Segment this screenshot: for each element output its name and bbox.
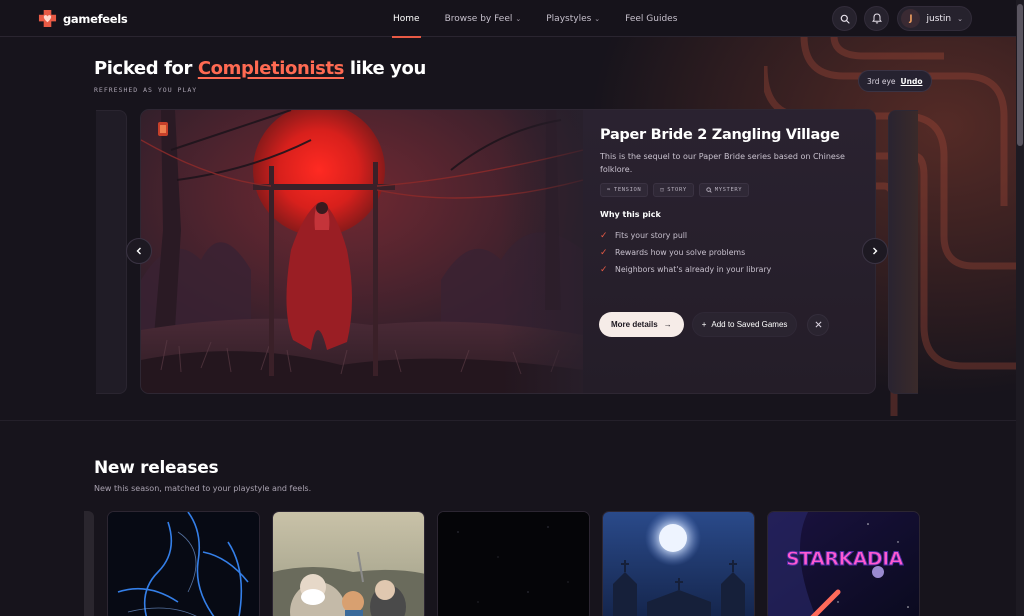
more-details-button[interactable]: More details → xyxy=(599,312,684,337)
reason-item: ✓ Rewards how you solve problems xyxy=(600,244,771,261)
release-card-dark-starfield[interactable] xyxy=(437,511,590,616)
book-icon: ◫ xyxy=(660,187,665,193)
carousel-prev-button[interactable] xyxy=(126,238,152,264)
picked-heading-accent[interactable]: Completionists xyxy=(198,58,345,79)
gamepad-heart-icon xyxy=(38,9,57,28)
new-releases-subtitle: New this season, matched to your playsty… xyxy=(94,484,312,493)
release-card-blue-neon[interactable] xyxy=(107,511,260,616)
undo-toast-label: 3rd eye xyxy=(867,76,896,86)
featured-game-info: Paper Bride 2 Zangling Village This is t… xyxy=(583,110,875,393)
starkadia-logo-text: STARKADIA xyxy=(786,548,904,571)
user-name: justin xyxy=(926,13,952,24)
nav-actions: J justin ⌄ xyxy=(832,6,972,31)
release-cover-art xyxy=(108,512,259,616)
art-fade-overlay xyxy=(501,110,591,393)
release-cover-art xyxy=(438,512,589,616)
release-card-starkadia[interactable]: STARKADIA xyxy=(767,511,920,616)
main-menu: Home Browse by Feel ⌄ Playstyles ⌄ Feel … xyxy=(386,0,684,38)
why-this-pick-heading: Why this pick xyxy=(600,210,661,219)
brand-name: gamefeels xyxy=(63,11,128,26)
top-navbar: gamefeels Home Browse by Feel ⌄ Playstyl… xyxy=(0,0,1016,38)
carousel-next-button[interactable] xyxy=(862,238,888,264)
tag-story[interactable]: ◫ STORY xyxy=(653,183,694,197)
bell-icon xyxy=(871,13,882,24)
arrow-right-icon: → xyxy=(663,320,672,329)
reason-item: ✓ Neighbors what's already in your librar… xyxy=(600,261,771,278)
plus-icon: + xyxy=(701,320,707,329)
tag-mystery-label: MYSTERY xyxy=(714,187,743,193)
reason-list: ✓ Fits your story pull ✓ Rewards how you s… xyxy=(600,227,771,278)
new-releases-heading: New releases xyxy=(94,458,219,478)
check-icon: ✓ xyxy=(600,230,608,241)
more-details-label: More details xyxy=(611,320,658,329)
featured-game-card: Paper Bride 2 Zangling Village This is t… xyxy=(140,109,876,394)
chevron-down-icon: ⌄ xyxy=(957,14,963,23)
avatar: J xyxy=(901,9,921,28)
chevron-down-icon: ⌄ xyxy=(515,14,522,23)
search-icon xyxy=(706,187,712,193)
game-title[interactable]: Paper Bride 2 Zangling Village xyxy=(600,127,840,143)
undo-toast: 3rd eye Undo xyxy=(858,70,932,92)
release-card-cartoon[interactable] xyxy=(272,511,425,616)
nav-browse-by-feel[interactable]: Browse by Feel ⌄ xyxy=(438,0,529,37)
carousel-prev-card-peek[interactable] xyxy=(96,110,127,394)
add-to-saved-label: Add to Saved Games xyxy=(711,320,788,329)
tension-icon: ≈ xyxy=(607,187,611,193)
nav-playstyles-label: Playstyles xyxy=(546,13,592,24)
chevron-left-icon xyxy=(136,247,141,255)
chevron-right-icon xyxy=(873,247,878,255)
chevron-down-icon: ⌄ xyxy=(594,14,601,23)
picked-subtitle: REFRESHED AS YOU PLAY xyxy=(94,86,198,94)
brand-logo[interactable]: gamefeels xyxy=(37,9,128,28)
carousel-next-card-peek[interactable] xyxy=(888,110,918,394)
user-menu[interactable]: J justin ⌄ xyxy=(897,6,972,31)
add-to-saved-button[interactable]: + Add to Saved Games xyxy=(691,312,798,337)
card-actions: More details → + Add to Saved Games xyxy=(599,312,830,337)
reason-item: ✓ Fits your story pull xyxy=(600,227,771,244)
release-prev-card-peek[interactable] xyxy=(84,511,94,616)
nav-home[interactable]: Home xyxy=(386,0,427,38)
section-divider xyxy=(0,420,1016,421)
tag-story-label: STORY xyxy=(667,187,687,193)
nav-feel-guides[interactable]: Feel Guides xyxy=(618,0,684,37)
close-icon xyxy=(815,321,822,328)
feel-tags: ≈ TENSION ◫ STORY MYSTERY xyxy=(600,183,750,197)
reason-label: Fits your story pull xyxy=(615,231,688,240)
tag-tension[interactable]: ≈ TENSION xyxy=(600,183,649,197)
release-cover-art xyxy=(273,512,424,616)
game-description: This is the sequel to our Paper Bride se… xyxy=(600,152,845,174)
nav-playstyles[interactable]: Playstyles ⌄ xyxy=(539,0,607,37)
picked-heading: Picked for Completionists like you xyxy=(94,58,426,79)
release-cover-art xyxy=(603,512,754,616)
search-icon xyxy=(840,14,850,24)
check-icon: ✓ xyxy=(600,247,608,258)
undo-button[interactable]: Undo xyxy=(901,77,923,86)
release-card-moonlit-church[interactable] xyxy=(602,511,755,616)
tag-tension-label: TENSION xyxy=(613,187,642,193)
scrollbar-thumb[interactable] xyxy=(1017,4,1023,146)
nav-browse-label: Browse by Feel xyxy=(444,13,513,24)
dismiss-button[interactable] xyxy=(807,313,830,336)
page-scrollbar[interactable] xyxy=(1016,0,1024,616)
reason-label: Rewards how you solve problems xyxy=(615,248,746,257)
nav-home-label: Home xyxy=(393,13,420,24)
check-icon: ✓ xyxy=(600,264,608,275)
tag-mystery[interactable]: MYSTERY xyxy=(698,183,750,197)
reason-label: Neighbors what's already in your library xyxy=(615,265,772,274)
notifications-button[interactable] xyxy=(864,6,890,31)
nav-feel-guides-label: Feel Guides xyxy=(625,13,678,24)
search-button[interactable] xyxy=(832,6,858,31)
